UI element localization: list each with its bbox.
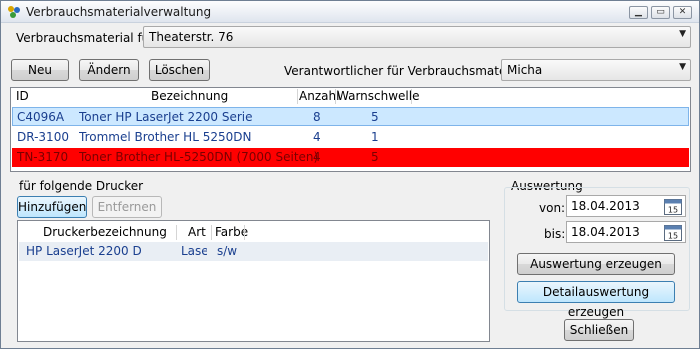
material-location-value: Theaterstr. 76 [149, 30, 234, 44]
chevron-down-icon: ▼ [679, 29, 686, 39]
row-id: DR-3100 [17, 130, 69, 144]
calendar-day: 15 [668, 206, 678, 215]
app-icon [8, 6, 20, 18]
table-row[interactable]: HP LaserJet 2200 D Laser s/w [19, 242, 488, 261]
row-count: 4 [313, 130, 321, 144]
row-name: Trommel Brother HL 5250DN [79, 130, 252, 144]
column-header-printer-name[interactable]: Druckerbezeichnung [43, 225, 167, 241]
row-name: Toner HP LaserJet 2200 Serie [79, 110, 253, 124]
row-name: Toner Brother HL-5250DN (7000 Seiten) [79, 150, 319, 164]
column-header-type[interactable]: Art [188, 225, 206, 241]
material-location-combo[interactable]: Theaterstr. 76 ▼ [143, 26, 691, 48]
to-date-value: 18.04.2013 [571, 225, 640, 239]
row-threshold: 1 [371, 130, 379, 144]
edit-button[interactable]: Ändern [79, 59, 139, 81]
responsible-value: Micha [507, 63, 543, 77]
maximize-button[interactable]: ▭ [651, 6, 670, 19]
close-window-button[interactable]: ✕ [673, 6, 692, 19]
column-divider[interactable] [211, 225, 212, 240]
table-row[interactable]: C4096A Toner HP LaserJet 2200 Serie 8 5 [12, 107, 689, 126]
table-row[interactable]: DR-3100 Trommel Brother HL 5250DN 4 1 [12, 128, 689, 147]
column-divider[interactable] [244, 225, 245, 240]
window-title: Verbrauchsmaterialverwaltung [26, 5, 212, 19]
minimize-button[interactable]: ▁ [629, 6, 648, 19]
to-date-picker[interactable]: 18.04.2013 15 [566, 221, 686, 243]
row-count: 4 [313, 150, 321, 164]
column-header-threshold[interactable]: Warnschwelle [337, 89, 419, 105]
column-divider[interactable] [411, 89, 412, 104]
column-divider[interactable] [176, 225, 177, 240]
add-printer-button[interactable]: Hinzufügen [17, 196, 87, 218]
row-threshold: 5 [371, 110, 379, 124]
close-button[interactable]: Schließen [564, 319, 634, 341]
delete-button[interactable]: Löschen [149, 59, 210, 81]
row-printer-type: Laser [181, 244, 207, 258]
chevron-down-icon: ▼ [679, 62, 686, 72]
row-printer-color: s/w [217, 244, 238, 258]
new-button[interactable]: Neu [11, 59, 69, 81]
create-evaluation-button[interactable]: Auswertung erzeugen [517, 253, 675, 275]
materials-list[interactable]: ID Bezeichnung Anzahl Warnschwelle C4096… [10, 87, 691, 172]
printers-section-label: für folgende Drucker [19, 179, 144, 193]
material-location-label: Verbrauchsmaterial für: [16, 31, 159, 45]
from-date-picker[interactable]: 18.04.2013 15 [566, 195, 686, 217]
row-printer-name: HP LaserJet 2200 D [26, 244, 142, 258]
column-header-name[interactable]: Bezeichnung [151, 89, 228, 105]
column-divider[interactable] [297, 89, 298, 104]
responsible-label: Verantwortlicher für Verbrauchsmaterial: [284, 64, 530, 78]
table-row[interactable]: TN-3170 Toner Brother HL-5250DN (7000 Se… [12, 148, 689, 167]
column-header-id[interactable]: ID [16, 89, 29, 105]
from-label: von: [539, 201, 566, 215]
column-header-count[interactable]: Anzahl [299, 89, 339, 105]
responsible-combo[interactable]: Micha ▼ [501, 59, 691, 81]
from-date-value: 18.04.2013 [571, 199, 640, 213]
calendar-day: 15 [668, 232, 678, 241]
row-threshold: 5 [371, 150, 379, 164]
calendar-icon[interactable]: 15 [664, 198, 682, 215]
column-divider[interactable] [335, 89, 336, 104]
detail-evaluation-button[interactable]: Detailauswertung erzeugen [517, 281, 675, 319]
title-bar: Verbrauchsmaterialverwaltung ▁ ▭ ✕ [1, 1, 699, 23]
row-id: C4096A [17, 110, 65, 124]
row-count: 8 [313, 110, 321, 124]
app-window: Verbrauchsmaterialverwaltung ▁ ▭ ✕ Verbr… [0, 0, 700, 349]
to-label: bis: [544, 227, 566, 241]
calendar-icon[interactable]: 15 [664, 224, 682, 241]
row-id: TN-3170 [17, 150, 69, 164]
remove-printer-button[interactable]: Entfernen [92, 196, 162, 218]
printers-list[interactable]: Druckerbezeichnung Art Farbe HP LaserJet… [17, 220, 490, 342]
